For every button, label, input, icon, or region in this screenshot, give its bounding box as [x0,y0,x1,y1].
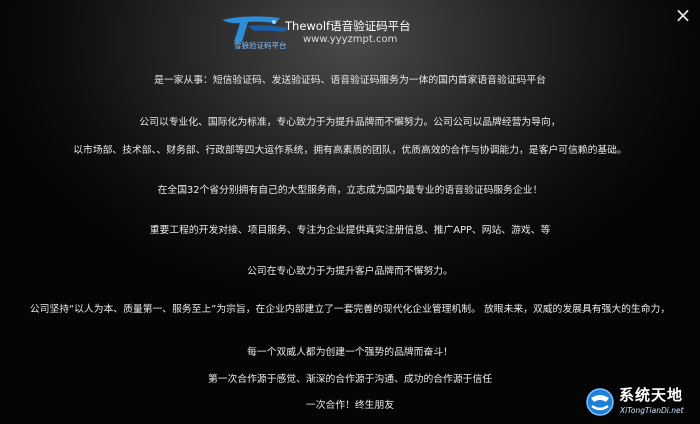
paragraph-brand: 每一个双威人都为创建一个强势的品牌而奋斗！ [247,347,453,358]
paragraph-commitment: 公司在专心致力于为提升客户品牌而不懈努力。 [247,266,453,277]
brand-name: Thewolf语音验证码平台 [285,19,411,33]
brand-url: www.yyyzmpt.com [303,34,398,45]
paragraph-services: 重要工程的开发对接、项目服务、专注为企业提供真实注册信息、推广APP、网站、游戏… [149,225,551,236]
close-button[interactable]: × [672,4,694,26]
watermark-subtitle: XiTongTianDi.net [620,406,684,415]
paragraph-providers: 在全国32个省分别拥有自己的大型服务商，立志成为国内最专业的语音验证码服务企业！ [157,185,543,196]
logo-text: 雪狼验证码平台 [234,40,287,50]
paragraph-departments: 以市场部、技术部、、财务部、行政部等四大运作系统，拥有高素质的团队，优质高效的合… [73,145,627,156]
paragraph-philosophy: 公司坚持“以人为本、质量第一、服务至上”为宗旨，在企业内部建立了一套完善的现代化… [29,304,671,315]
brand-header: 雪狼验证码平台 Thewolf语音验证码平台 www.yyyzmpt.com [218,12,478,52]
paragraph-standards: 公司以专业化、国际化为标准，专心致力于为提升品牌而不懈努力。公司公司以品牌经营为… [139,117,561,128]
globe-icon [586,388,614,416]
watermark: 系统天地 XiTongTianDi.net [584,382,696,422]
intro-paragraph: 是一家从事：短信验证码、发送验证码、语音验证码服务为一体的国内首家语音验证码平台 [154,75,546,86]
watermark-title: 系统天地 [619,386,684,404]
